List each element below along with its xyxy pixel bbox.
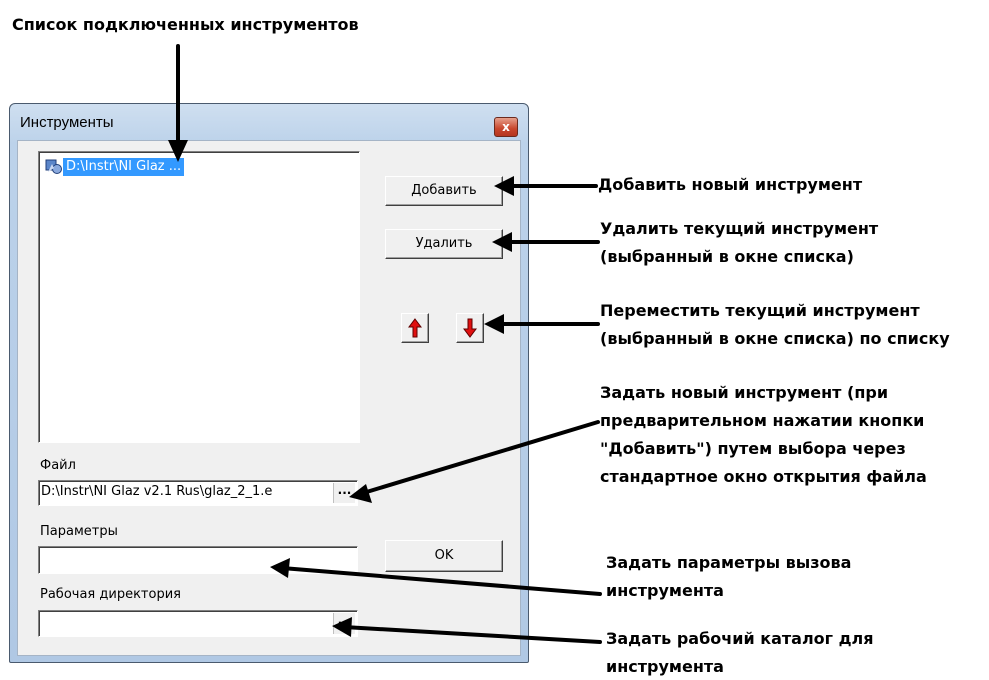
arrow-up-icon [408,318,422,338]
list-item-label: D:\Instr\NI Glaz ... [63,158,185,176]
annotation-file-line4: стандартное окно открытия файла [600,467,927,486]
move-up-button[interactable] [401,313,429,343]
annotation-file-line3: "Добавить") путем выбора через [600,439,906,458]
arrow-down-icon [463,318,477,338]
ok-button[interactable]: OK [385,540,503,572]
instrument-icon [45,159,62,174]
annotation-remove-line2: (выбранный в окне списка) [600,247,854,266]
workdir-browse-button[interactable]: ... [333,613,355,634]
list-item[interactable]: D:\Instr\NI Glaz ... [45,158,185,176]
add-button[interactable]: Добавить [385,176,503,206]
annotation-file-line1: Задать новый инструмент (при [600,383,889,402]
close-button[interactable]: x [494,117,518,137]
file-field[interactable]: D:\Instr\NI Glaz v2.1 Rus\glaz_2_1.e ... [38,480,358,506]
annotation-params-line1: Задать параметры вызова [606,553,852,572]
annotation-workdir-line1: Задать рабочий каталог для [606,629,874,648]
params-label: Параметры [40,524,118,539]
instruments-dialog: Инструменты x D:\Instr\NI Glaz ... Добав… [9,103,529,663]
params-field[interactable] [38,546,358,574]
move-down-button[interactable] [456,313,484,343]
annotation-workdir-line2: инструмента [606,657,724,676]
annotation-move-line2: (выбранный в окне списка) по списку [600,329,950,348]
file-label: Файл [40,458,76,473]
instrument-list[interactable]: D:\Instr\NI Glaz ... [38,151,360,443]
annotation-list-title: Список подключенных инструментов [12,15,359,34]
annotation-add: Добавить новый инструмент [598,175,863,194]
dialog-title: Инструменты [20,114,114,131]
annotation-params-line2: инструмента [606,581,724,600]
workdir-label: Рабочая директория [40,587,181,602]
file-browse-button[interactable]: ... [333,483,355,503]
annotation-move-line1: Переместить текущий инструмент [600,301,920,320]
workdir-field[interactable]: ... [38,610,358,637]
remove-button[interactable]: Удалить [385,229,503,259]
dialog-client-area: D:\Instr\NI Glaz ... Добавить Удалить Фа… [17,140,521,656]
annotation-file-line2: предварительном нажатии кнопки [600,411,925,430]
file-field-value: D:\Instr\NI Glaz v2.1 Rus\glaz_2_1.e [41,484,273,499]
annotation-remove-line1: Удалить текущий инструмент [600,219,879,238]
